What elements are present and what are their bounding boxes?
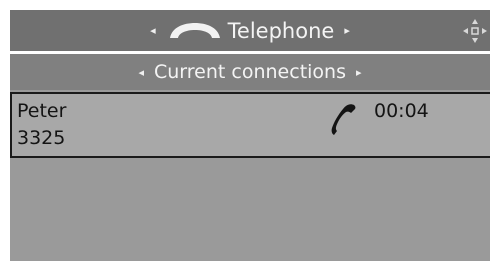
caller-number: 3325	[17, 127, 66, 149]
header-title-group[interactable]: ◂ Telephone ▸	[10, 10, 490, 51]
previous-menu-arrow-icon[interactable]: ◂	[150, 24, 156, 37]
caller-name: Peter	[17, 100, 67, 122]
next-submenu-arrow-icon[interactable]: ▸	[356, 66, 362, 79]
handset-icon	[168, 21, 222, 41]
submenu-bar[interactable]: ◂ Current connections ▸	[10, 54, 490, 90]
previous-submenu-arrow-icon[interactable]: ◂	[138, 66, 144, 79]
header-bar: ◂ Telephone ▸	[10, 10, 490, 54]
next-menu-arrow-icon[interactable]: ▸	[344, 24, 350, 37]
call-duration: 00:04	[374, 100, 429, 122]
connection-list-item[interactable]: Peter 3325 00:04	[10, 92, 490, 158]
telephone-screen: ◂ Telephone ▸ ◂ Current connections ▸ Pe…	[10, 10, 490, 261]
active-call-icon	[328, 102, 358, 136]
four-way-nav-icon[interactable]	[460, 16, 490, 46]
submenu-title: Current connections	[154, 61, 346, 83]
page-title: Telephone	[227, 18, 335, 43]
